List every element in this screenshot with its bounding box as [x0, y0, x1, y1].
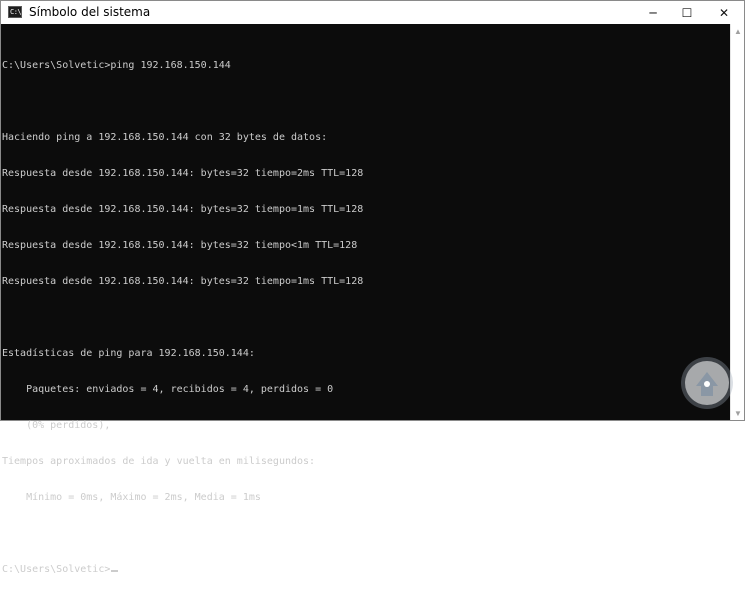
close-icon: ✕: [718, 5, 730, 20]
console-line: Tiempos aproximados de ida y vuelta en m…: [2, 456, 316, 467]
close-button[interactable]: ✕: [704, 1, 744, 24]
window-controls: ─ ☐ ✕: [636, 1, 744, 24]
console-line: C:\Users\Solvetic>ping 192.168.150.144: [2, 60, 231, 71]
console-line: Estadísticas de ping para 192.168.150.14…: [2, 348, 255, 359]
window-title: Símbolo del sistema: [29, 5, 151, 19]
prompt-line[interactable]: C:\Users\Solvetic>: [2, 564, 730, 576]
console-output[interactable]: C:\Users\Solvetic>ping 192.168.150.144 H…: [1, 24, 730, 575]
console-line: Respuesta desde 192.168.150.144: bytes=3…: [2, 276, 364, 287]
maximize-icon: ☐: [681, 5, 693, 20]
prompt-text: C:\Users\Solvetic>: [2, 564, 111, 575]
title-bar[interactable]: C:\ Símbolo del sistema ─ ☐ ✕: [1, 1, 744, 24]
console-line: Paquetes: enviados = 4, recibidos = 4, p…: [2, 384, 334, 395]
console-line: Respuesta desde 192.168.150.144: bytes=3…: [2, 240, 358, 251]
console-line: Respuesta desde 192.168.150.144: bytes=3…: [2, 168, 364, 179]
command-prompt-window: C:\ Símbolo del sistema ─ ☐ ✕ C:\Users\S…: [0, 0, 745, 575]
text-cursor: [111, 570, 119, 572]
watermark-logo: [681, 357, 733, 409]
console-line: Mínimo = 0ms, Máximo = 2ms, Media = 1ms: [2, 492, 261, 503]
minimize-button[interactable]: ─: [636, 1, 670, 24]
maximize-button[interactable]: ☐: [670, 1, 704, 24]
cmd-icon-label: C:\: [10, 8, 22, 16]
console-line: Haciendo ping a 192.168.150.144 con 32 b…: [2, 132, 328, 143]
scroll-up-icon[interactable]: ▲: [731, 24, 745, 38]
console-line: (0% perdidos),: [2, 420, 111, 431]
console-line: Respuesta desde 192.168.150.144: bytes=3…: [2, 204, 364, 215]
cmd-icon[interactable]: C:\: [8, 6, 22, 18]
minimize-icon: ─: [649, 5, 657, 20]
